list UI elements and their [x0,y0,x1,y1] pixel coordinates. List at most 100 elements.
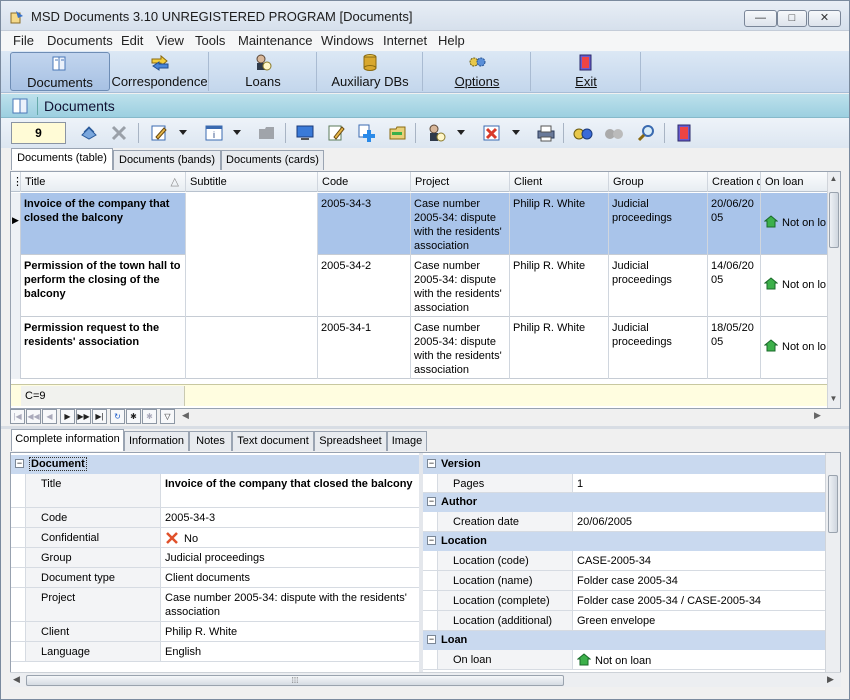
refresh-icon[interactable] [79,123,99,143]
module-options-button[interactable]: Options [424,52,531,91]
tab-documents-table[interactable]: Documents (table) [11,148,113,170]
collapse-icon[interactable]: − [427,497,436,506]
property-row[interactable]: On loan Not on loan [423,650,825,670]
property-row[interactable]: Client Philip R. White [11,622,419,642]
scrollbar-thumb[interactable]: ⁞⁞⁞ [26,675,564,686]
property-row[interactable]: Document type Client documents [11,568,419,588]
menu-file[interactable]: File [13,33,34,48]
cancel-record-icon[interactable]: ✱ [142,409,157,424]
next-page-icon[interactable]: ▶▶ [76,409,91,424]
column-header-on-loan[interactable]: On loan [761,172,829,192]
module-auxiliary-button[interactable]: Auxiliary DBs [318,52,423,91]
collapse-icon[interactable]: − [427,459,436,468]
return-loan-icon[interactable] [482,123,502,143]
tab-image[interactable]: Image [387,431,427,451]
column-header-client[interactable]: Client [510,172,609,192]
tab-complete-information[interactable]: Complete information [11,429,124,451]
property-row[interactable]: Confidential No [11,528,419,548]
scroll-up-icon[interactable]: ▲ [828,174,839,183]
menu-internet[interactable]: Internet [383,33,427,48]
menu-windows[interactable]: Windows [321,33,374,48]
property-row[interactable]: Code 2005-34-3 [11,508,419,528]
details-horizontal-scrollbar[interactable]: ◀ ⁞⁞⁞ ▶ [10,672,841,687]
module-loans-button[interactable]: Loans [210,52,317,91]
info-dropdown-arrow[interactable] [233,130,241,135]
info-icon[interactable]: i [204,123,224,143]
last-record-icon[interactable]: ▶| [92,409,107,424]
new-folder-icon[interactable] [388,123,408,143]
property-row[interactable]: Creation date 20/06/2005 [423,512,825,532]
folder-icon[interactable] [257,123,277,143]
prev-page-icon[interactable]: ◀◀ [26,409,41,424]
property-row[interactable]: Location (complete) Folder case 2005-34 /… [423,591,825,611]
new-document-icon[interactable] [326,123,346,143]
menu-view[interactable]: View [156,33,184,48]
scroll-right-icon[interactable]: ▶ [814,410,821,421]
module-correspondence-button[interactable]: Correspondence [111,52,209,91]
tab-information[interactable]: Information [124,431,189,451]
add-icon[interactable] [357,123,377,143]
table-row[interactable]: Permission of the town hall to perform t… [11,255,829,317]
category-version[interactable]: − Version [423,455,825,474]
column-header-subtitle[interactable]: Subtitle [186,172,318,192]
column-header-title[interactable]: Title △ [21,172,186,192]
new-record-icon[interactable]: ✱ [126,409,141,424]
filter-icon[interactable] [604,123,624,143]
return-dropdown-arrow[interactable] [512,130,520,135]
category-loan[interactable]: − Loan [423,631,825,650]
property-row[interactable]: Group Judicial proceedings [11,548,419,568]
scroll-down-icon[interactable]: ▼ [828,394,839,403]
loan-icon[interactable] [426,123,446,143]
column-header-creation-date[interactable]: Creation d [708,172,761,192]
column-header-project[interactable]: Project [411,172,510,192]
module-exit-button[interactable]: Exit [532,52,641,91]
print-icon[interactable] [536,123,556,143]
next-record-icon[interactable]: ▶ [60,409,75,424]
menu-documents[interactable]: Documents [47,33,113,48]
maximize-button[interactable]: □ [777,10,807,27]
scroll-left-icon[interactable]: ◀ [182,410,189,421]
refresh-icon[interactable]: ↻ [110,409,125,424]
menu-maintenance[interactable]: Maintenance [238,33,312,48]
record-number-field[interactable]: 9 [11,122,66,144]
menu-tools[interactable]: Tools [195,33,225,48]
property-row[interactable]: Location (name) Folder case 2005-34 [423,571,825,591]
edit-dropdown-arrow[interactable] [179,130,187,135]
tab-spreadsheet[interactable]: Spreadsheet [314,431,387,451]
menu-edit[interactable]: Edit [121,33,143,48]
search-binoculars-icon[interactable] [573,123,593,143]
scroll-right-icon[interactable]: ▶ [827,674,834,685]
property-row[interactable]: Location (code) CASE-2005-34 [423,551,825,571]
table-row[interactable]: Permission request to the residents' ass… [11,317,829,379]
category-author[interactable]: − Author [423,493,825,512]
collapse-icon[interactable]: − [427,536,436,545]
first-record-icon[interactable]: |◀ [10,409,25,424]
tab-notes[interactable]: Notes [189,431,232,451]
loan-dropdown-arrow[interactable] [457,130,465,135]
property-row[interactable]: Pages 1 [423,474,825,493]
module-documents-button[interactable]: Documents [10,52,110,91]
property-row[interactable]: Language English [11,642,419,662]
category-location[interactable]: − Location [423,532,825,551]
table-row[interactable]: ▶ Invoice of the company that closed the… [11,193,829,255]
prev-record-icon[interactable]: ◀ [42,409,57,424]
monitor-icon[interactable] [295,123,315,143]
column-menu-icon[interactable]: ⋮ [11,172,21,192]
filter-icon[interactable]: ▽ [160,409,175,424]
scroll-left-icon[interactable]: ◀ [13,674,20,685]
details-vertical-scrollbar[interactable] [825,453,840,672]
tab-documents-bands[interactable]: Documents (bands) [113,150,221,170]
property-row[interactable]: Location (additional) Green envelope [423,611,825,631]
menu-help[interactable]: Help [438,33,465,48]
category-document[interactable]: − Document [11,455,419,474]
close-button[interactable]: ✕ [808,10,841,27]
minimize-button[interactable]: — [744,10,777,27]
property-row[interactable]: Title Invoice of the company that closed … [11,474,419,508]
delete-icon[interactable] [109,123,129,143]
edit-icon[interactable] [149,123,169,143]
magnifier-icon[interactable] [636,123,656,143]
grid-vertical-scrollbar[interactable]: ▲ ▼ [827,172,840,408]
column-header-group[interactable]: Group [609,172,708,192]
column-header-code[interactable]: Code [318,172,411,192]
collapse-icon[interactable]: − [15,459,24,468]
